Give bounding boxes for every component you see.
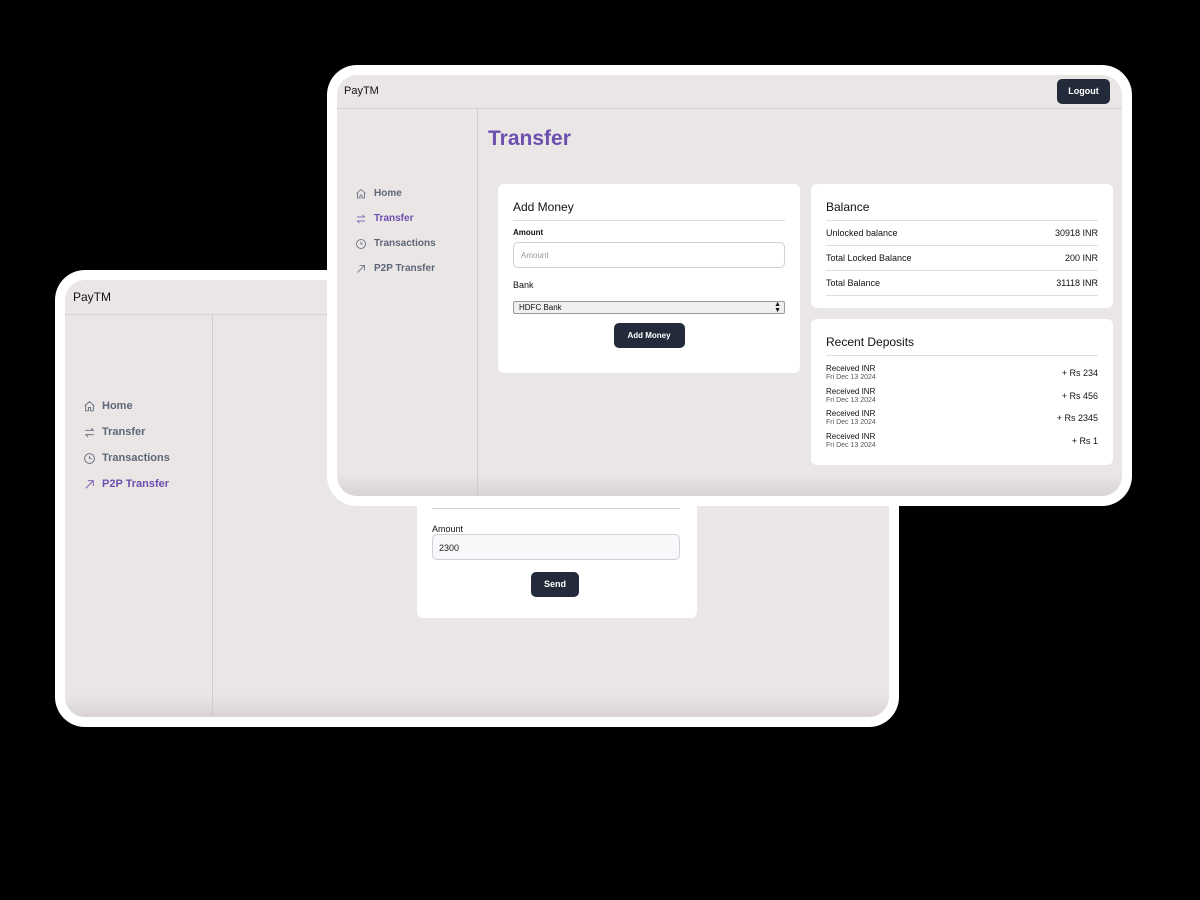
sidebar-item-home[interactable]: Home — [83, 393, 170, 419]
arrow-up-right-icon — [85, 479, 94, 489]
balance-title: Balance — [826, 200, 1098, 221]
balance-row: Total Locked Balance 200 INR — [826, 246, 1098, 271]
sidebar-item-label: Transfer — [102, 426, 146, 438]
screen-shadow — [65, 695, 889, 717]
deposit-item: Received INR Fri Dec 13 2024 + Rs 2345 — [826, 407, 1098, 430]
sidebar-item-transfer[interactable]: Transfer — [355, 206, 436, 231]
sidebar-item-transactions[interactable]: Transactions — [355, 231, 436, 256]
balance-row: Unlocked balance 30918 INR — [826, 221, 1098, 246]
deposit-item: Received INR Fri Dec 13 2024 + Rs 1 — [826, 430, 1098, 453]
transfer-screen: PayTM Logout Home Transfer Transactions … — [337, 75, 1122, 496]
sidebar-item-home[interactable]: Home — [355, 181, 436, 206]
sidebar-nav: Home Transfer Transactions P2P Transfer — [83, 393, 170, 497]
sidebar-divider — [212, 314, 213, 717]
brand-logo: PayTM — [73, 290, 112, 304]
home-icon — [356, 188, 366, 198]
deposit-title: Received INR — [826, 364, 876, 374]
deposit-date: Fri Dec 13 2024 — [826, 374, 876, 382]
sidebar-item-label: Transactions — [102, 452, 170, 464]
sidebar-nav: Home Transfer Transactions P2P Transfer — [355, 181, 436, 281]
balance-label: Total Locked Balance — [826, 252, 912, 263]
transfer-icon — [84, 427, 95, 437]
sidebar-item-p2p-transfer[interactable]: P2P Transfer — [83, 471, 170, 497]
clock-icon — [356, 238, 366, 249]
deposit-title: Received INR — [826, 409, 876, 419]
balance-value: 30918 INR — [1054, 227, 1098, 238]
sidebar-item-label: Home — [102, 400, 133, 412]
select-arrows-icon: ▲ ▼ — [774, 301, 781, 314]
balance-label: Total Balance — [826, 277, 881, 288]
sidebar-item-transactions[interactable]: Transactions — [83, 445, 170, 471]
sidebar-item-transfer[interactable]: Transfer — [83, 419, 170, 445]
balance-label: Unlocked balance — [826, 227, 898, 238]
amount-label: Amount — [513, 228, 544, 237]
deposit-date: Fri Dec 13 2024 — [826, 396, 876, 404]
sidebar-divider — [477, 108, 478, 496]
screen-shadow — [337, 474, 1122, 496]
transfer-window: PayTM Logout Home Transfer Transactions … — [327, 65, 1132, 506]
balance-value: 200 INR — [1064, 252, 1098, 263]
deposit-amount: + Rs 456 — [1061, 390, 1098, 401]
deposit-title: Received INR — [826, 386, 876, 396]
deposit-amount: + Rs 234 — [1061, 368, 1098, 379]
sidebar-item-label: Home — [374, 188, 402, 199]
brand-logo: PayTM — [344, 85, 379, 97]
transfer-icon — [356, 214, 366, 223]
deposit-date: Fri Dec 13 2024 — [826, 441, 876, 449]
add-money-card: Add Money Amount Amount Bank HDFC Bank ▲… — [498, 184, 800, 373]
deposit-date: Fri Dec 13 2024 — [826, 419, 876, 427]
arrow-up-right-icon — [357, 264, 365, 273]
sidebar-item-label: Transfer — [374, 213, 414, 224]
deposit-title: Received INR — [826, 431, 876, 441]
sidebar-item-label: P2P Transfer — [374, 263, 435, 274]
sidebar-item-label: Transactions — [374, 238, 436, 249]
previous-input-edge — [432, 508, 680, 509]
deposit-amount: + Rs 2345 — [1056, 413, 1098, 424]
send-button[interactable]: Send — [531, 572, 579, 597]
recent-deposits-card: Recent Deposits Received INR Fri Dec 13 … — [811, 319, 1113, 465]
add-money-button[interactable]: Add Money — [613, 323, 685, 348]
bank-select[interactable]: HDFC Bank ▲ ▼ — [513, 301, 785, 314]
amount-input[interactable]: Amount — [513, 242, 785, 268]
page-title: Transfer — [488, 127, 571, 150]
p2p-send-card: Amount 2300 Send — [417, 490, 697, 618]
balance-value: 31118 INR — [1056, 277, 1098, 288]
deposit-item: Received INR Fri Dec 13 2024 + Rs 456 — [826, 385, 1098, 408]
amount-label: Amount — [432, 524, 464, 534]
deposit-item: Received INR Fri Dec 13 2024 + Rs 234 — [826, 362, 1098, 385]
balance-row: Total Balance 31118 INR — [826, 271, 1098, 296]
recent-deposits-title: Recent Deposits — [826, 335, 1098, 356]
deposit-amount: + Rs 1 — [1071, 435, 1098, 446]
sidebar-item-p2p-transfer[interactable]: P2P Transfer — [355, 256, 436, 281]
bank-selected-value: HDFC Bank — [519, 303, 562, 312]
balance-card: Balance Unlocked balance 30918 INR Total… — [811, 184, 1113, 308]
clock-icon — [84, 452, 95, 464]
add-money-title: Add Money — [513, 200, 785, 221]
home-icon — [84, 400, 95, 411]
logout-button[interactable]: Logout — [1057, 79, 1110, 104]
amount-input[interactable]: 2300 — [432, 534, 680, 560]
top-bar: PayTM Logout — [337, 75, 1122, 109]
bank-label: Bank — [513, 280, 534, 290]
sidebar-item-label: P2P Transfer — [102, 478, 170, 490]
